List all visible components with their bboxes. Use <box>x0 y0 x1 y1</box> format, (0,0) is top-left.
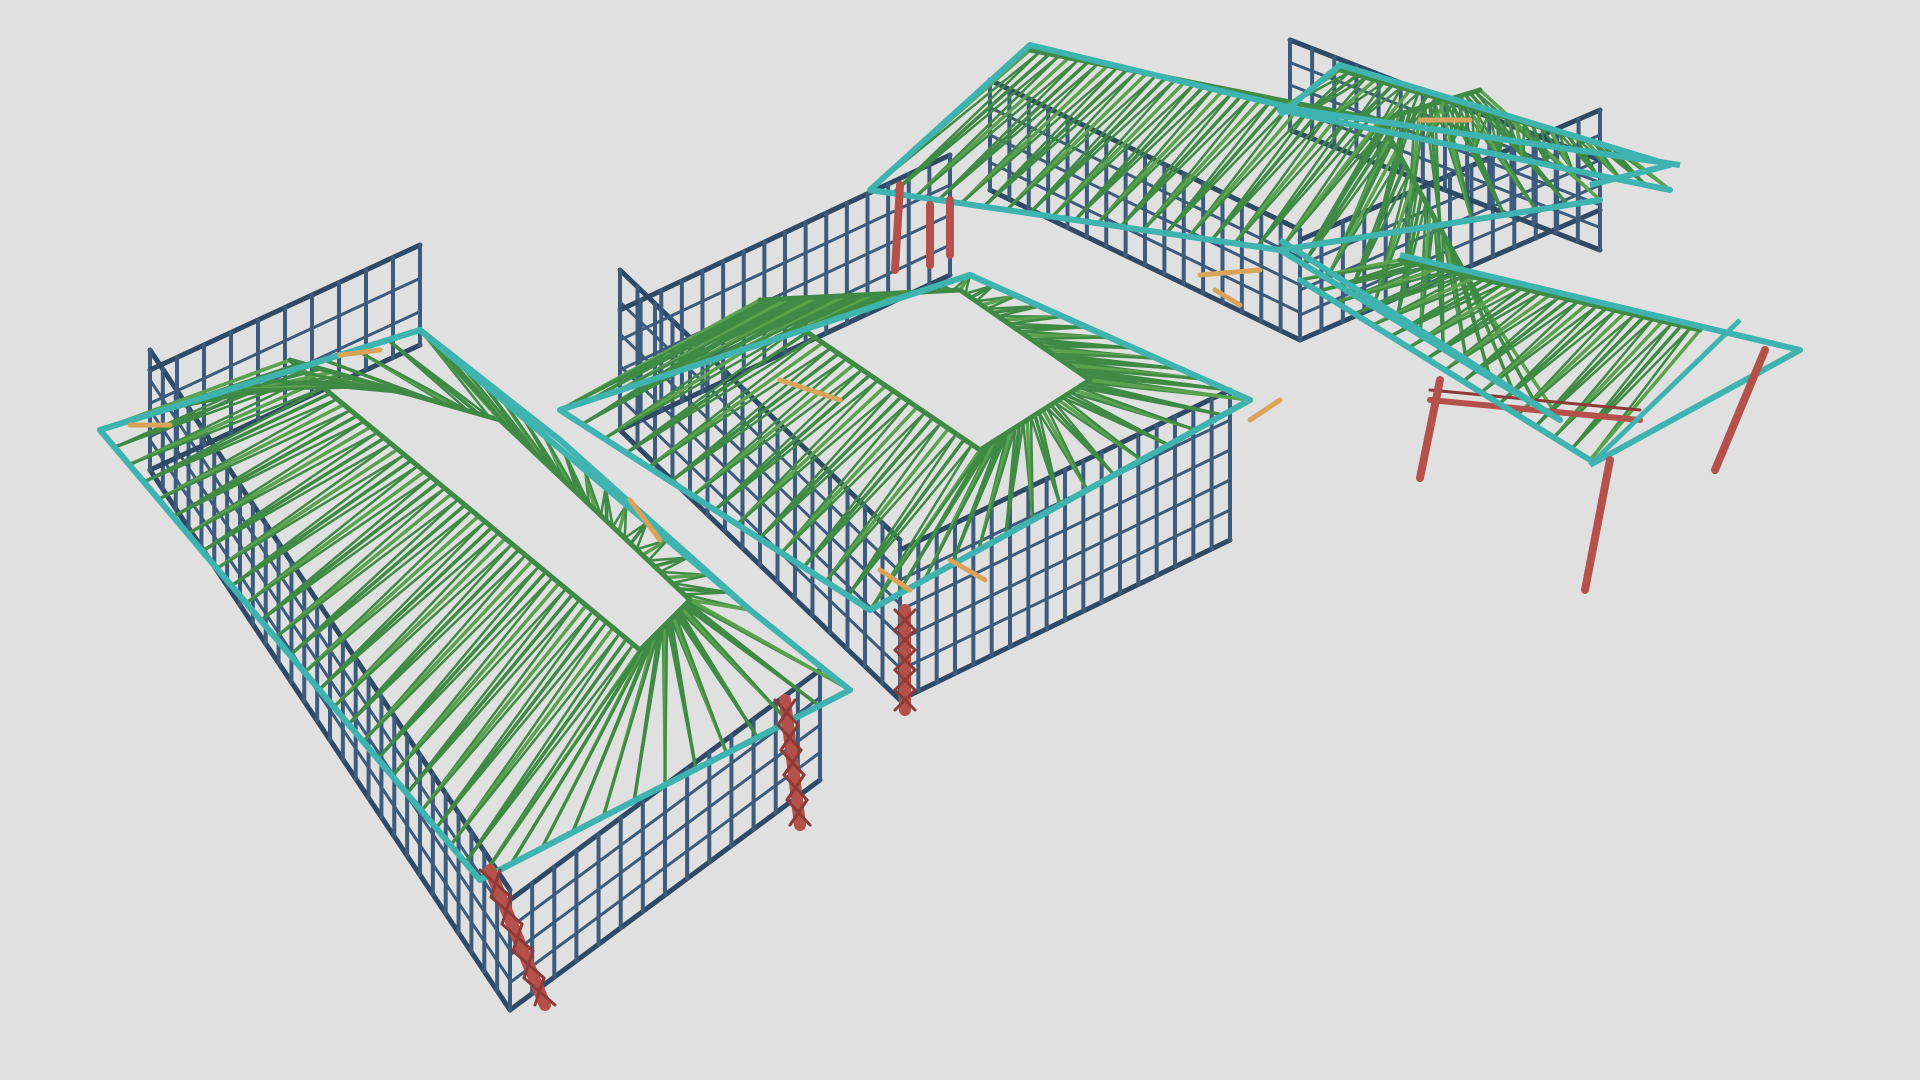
building-frame-render <box>0 0 1920 1080</box>
right-wing-roof-rafter <box>1495 113 1502 157</box>
center-wing-roof-b-web <box>1029 416 1035 522</box>
left-wing-roof-d-web <box>623 503 628 540</box>
rear-wing-post-1 <box>891 181 904 274</box>
